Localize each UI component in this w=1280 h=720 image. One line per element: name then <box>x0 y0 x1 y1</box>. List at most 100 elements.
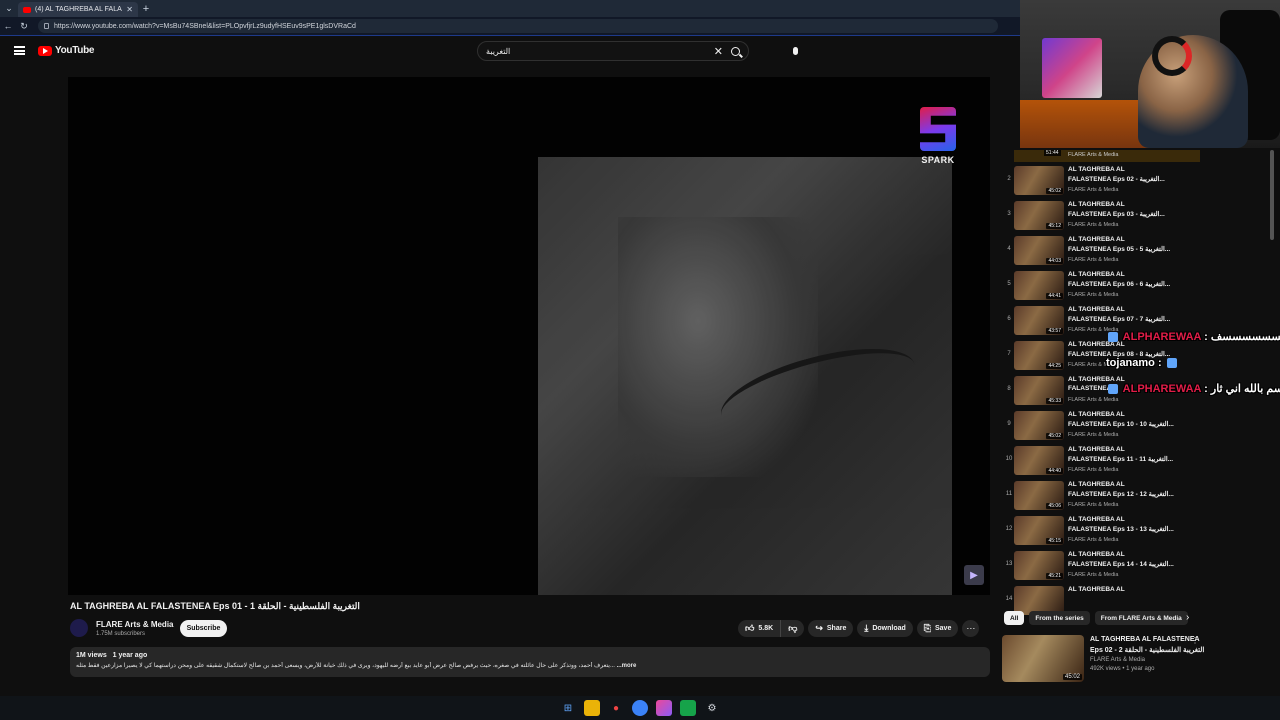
record-icon[interactable]: ● <box>608 700 624 716</box>
youtube-logo[interactable]: YouTube <box>38 45 95 56</box>
search-input[interactable]: التغريبة ✕ <box>477 41 749 61</box>
playlist-thumbnail[interactable]: 44:40 <box>1014 446 1064 475</box>
chip-all[interactable]: All <box>1004 611 1025 625</box>
playlist-item[interactable]: 4 44:03 AL TAGHREBA AL FALASTENEA Eps 05 - … <box>1002 234 1202 269</box>
spark-logo: SPARK <box>916 107 960 177</box>
playlist-item[interactable]: 2 45:02 AL TAGHREBA AL FALASTENEA Eps 02 - … <box>1002 164 1202 199</box>
start-menu-icon[interactable]: ⊞ <box>560 700 576 716</box>
playlist-duration: 44:40 <box>1046 468 1063 474</box>
playlist-channel: FLARE Arts & Media <box>1068 397 1119 403</box>
playlist-thumbnail[interactable]: 45:02 <box>1014 166 1064 195</box>
back-arrow-icon[interactable]: ← <box>0 21 16 31</box>
more-link[interactable]: ...more <box>617 663 637 669</box>
recommended-more-icon[interactable]: ⋮ <box>1191 636 1199 645</box>
playlist-title-line2: FALASTENEA <box>1068 385 1112 392</box>
playlist-item[interactable]: 9 45:02 AL TAGHREBA AL FALASTENEA Eps 10 - … <box>1002 409 1202 444</box>
recommended-thumbnail[interactable]: 45:02 <box>1002 635 1084 682</box>
playlist-thumbnail[interactable]: 45:02 <box>1014 411 1064 440</box>
download-button[interactable]: ⤓ Download <box>857 620 913 637</box>
recommended-channel: FLARE Arts & Media <box>1090 657 1146 663</box>
playlist-channel: FLARE Arts & Media <box>1068 502 1119 508</box>
description-box[interactable]: 1M views 1 year ago يتعرف أحمد، ووتذكر ع… <box>70 647 990 677</box>
current-channel: FLARE Arts & Media <box>1068 152 1119 158</box>
close-tab-icon[interactable]: ✕ <box>126 5 133 14</box>
playlist-current-item[interactable]: 51:44 FLARE Arts & Media <box>1014 150 1200 162</box>
view-count: 1M views <box>76 652 107 659</box>
playlist-thumbnail[interactable]: 45:33 <box>1014 376 1064 405</box>
channel-avatar[interactable] <box>70 619 88 637</box>
tab-menu-icon[interactable]: ⌄ <box>0 0 18 17</box>
playlist-item[interactable]: 13 45:21 AL TAGHREBA AL FALASTENEA Eps 14 -… <box>1002 549 1202 584</box>
playlist-thumbnail[interactable]: 45:15 <box>1014 516 1064 545</box>
playlist-channel: FLARE Arts & Media <box>1068 537 1119 543</box>
playlist-thumbnail[interactable]: 44:03 <box>1014 236 1064 265</box>
playlist-item[interactable]: 12 45:15 AL TAGHREBA AL FALASTENEA Eps 13 -… <box>1002 514 1202 549</box>
playlist-thumbnail[interactable]: 45:12 <box>1014 201 1064 230</box>
thumbs-up-icon: 👍︎ <box>745 623 755 633</box>
description-text: يتعرف أحمد، ووتذكر على حال عائلته في صغر… <box>76 662 984 669</box>
browser-app-icon[interactable] <box>632 700 648 716</box>
share-label: Share <box>826 625 847 632</box>
file-explorer-icon[interactable] <box>584 700 600 716</box>
share-button[interactable]: ↪ Share <box>808 620 854 637</box>
playlist-item[interactable]: 10 44:40 AL TAGHREBA AL FALASTENEA Eps 11 -… <box>1002 444 1202 479</box>
playlist-title-line1: AL TAGHREBA AL <box>1068 481 1125 488</box>
mic-icon[interactable] <box>788 44 802 58</box>
playlist-duration: 45:15 <box>1046 538 1063 544</box>
save-label: Save <box>935 625 952 632</box>
playlist-scrollbar[interactable] <box>1270 150 1274 240</box>
playlist-index: 6 <box>1007 316 1011 322</box>
playlist-duration: 45:06 <box>1046 503 1063 509</box>
chip-from-series[interactable]: From the series <box>1029 611 1090 625</box>
playlist-thumbnail[interactable]: 44:41 <box>1014 271 1064 300</box>
url-field[interactable]: https://www.youtube.com/watch?v=MsBu74SB… <box>38 19 998 33</box>
more-actions-icon[interactable]: ⋯ <box>962 620 980 637</box>
playlist-thumbnail[interactable]: 43:57 <box>1014 306 1064 335</box>
playlist-duration: 44:41 <box>1046 293 1063 299</box>
video-player[interactable]: SPARK ▶ <box>68 77 990 595</box>
playlist-thumbnail[interactable]: 45:06 <box>1014 481 1064 510</box>
playlist-duration: 44:03 <box>1046 258 1063 264</box>
os-taskbar: ⊞ ● ⚙ <box>0 696 1280 720</box>
playlist-title-line1: AL TAGHREBA AL <box>1068 201 1125 208</box>
clear-search-icon[interactable]: ✕ <box>714 45 723 58</box>
chat-message: ALPHAREWAA : اقسم بالله اني ثار <box>1106 382 1280 395</box>
youtube-wordmark: YouTube <box>55 45 95 56</box>
chevron-right-icon[interactable]: › <box>1186 612 1189 623</box>
playlist-channel: FLARE Arts & Media <box>1068 187 1119 193</box>
streaming-app-icon[interactable] <box>656 700 672 716</box>
chat-text: يا الله كيسسسسسسسف <box>1210 331 1280 343</box>
search-icon[interactable] <box>731 46 740 56</box>
playlist-title-line2: FALASTENEA Eps 02 - التغريبة... <box>1068 176 1165 183</box>
chat-text: اقسم بالله اني ثار <box>1210 383 1280 395</box>
video-actions: 👍︎ 5.8K 👎︎ ↪ Share ⤓ Download ⎘ Save ⋯ <box>738 620 980 637</box>
site-info-icon[interactable] <box>44 23 49 29</box>
chip-from-channel[interactable]: From FLARE Arts & Media <box>1094 611 1188 625</box>
bookmark-icon: ⎘ <box>923 623 931 633</box>
playlist-item[interactable]: 3 45:12 AL TAGHREBA AL FALASTENEA Eps 03 - … <box>1002 199 1202 234</box>
settings-gear-icon[interactable]: ⚙ <box>704 700 720 716</box>
current-duration: 51:44 <box>1044 150 1061 156</box>
playlist-duration: 45:02 <box>1046 188 1063 194</box>
menu-icon[interactable] <box>14 46 25 55</box>
playlist-thumbnail[interactable]: 45:21 <box>1014 551 1064 580</box>
channel-name[interactable]: FLARE Arts & Media <box>96 620 174 629</box>
address-bar: ← ↻ https://www.youtube.com/watch?v=MsBu… <box>0 17 1020 36</box>
playlist-index: 7 <box>1007 351 1011 357</box>
playlist-thumbnail[interactable]: 44:25 <box>1014 341 1064 370</box>
dislike-button[interactable]: 👎︎ <box>780 620 804 637</box>
playlist-item[interactable]: 11 45:06 AL TAGHREBA AL FALASTENEA Eps 12 -… <box>1002 479 1202 514</box>
recommended-duration: 45:02 <box>1062 674 1082 680</box>
reload-icon[interactable]: ↻ <box>16 21 32 32</box>
chart-app-icon[interactable] <box>680 700 696 716</box>
new-tab-icon[interactable]: + <box>138 3 154 15</box>
description-body: يتعرف أحمد، ووتذكر على حال عائلته في صغر… <box>76 663 615 669</box>
browser-tab[interactable]: (4) AL TAGHREBA AL FALASTENEA ✕ <box>18 2 138 17</box>
save-button[interactable]: ⎘ Save <box>916 620 959 637</box>
channel-watermark-icon[interactable]: ▶ <box>964 565 984 585</box>
playlist-item[interactable]: 5 44:41 AL TAGHREBA AL FALASTENEA Eps 06 - … <box>1002 269 1202 304</box>
recommended-video[interactable]: 45:02 AL TAGHREBA AL FALASTENEA Eps 02 -… <box>1002 634 1274 684</box>
subscribe-button[interactable]: Subscribe <box>180 620 227 637</box>
like-button[interactable]: 👍︎ 5.8K <box>738 620 780 637</box>
playlist-title-line2: FALASTENEA Eps 05 - 5 التغريبة... <box>1068 246 1171 253</box>
